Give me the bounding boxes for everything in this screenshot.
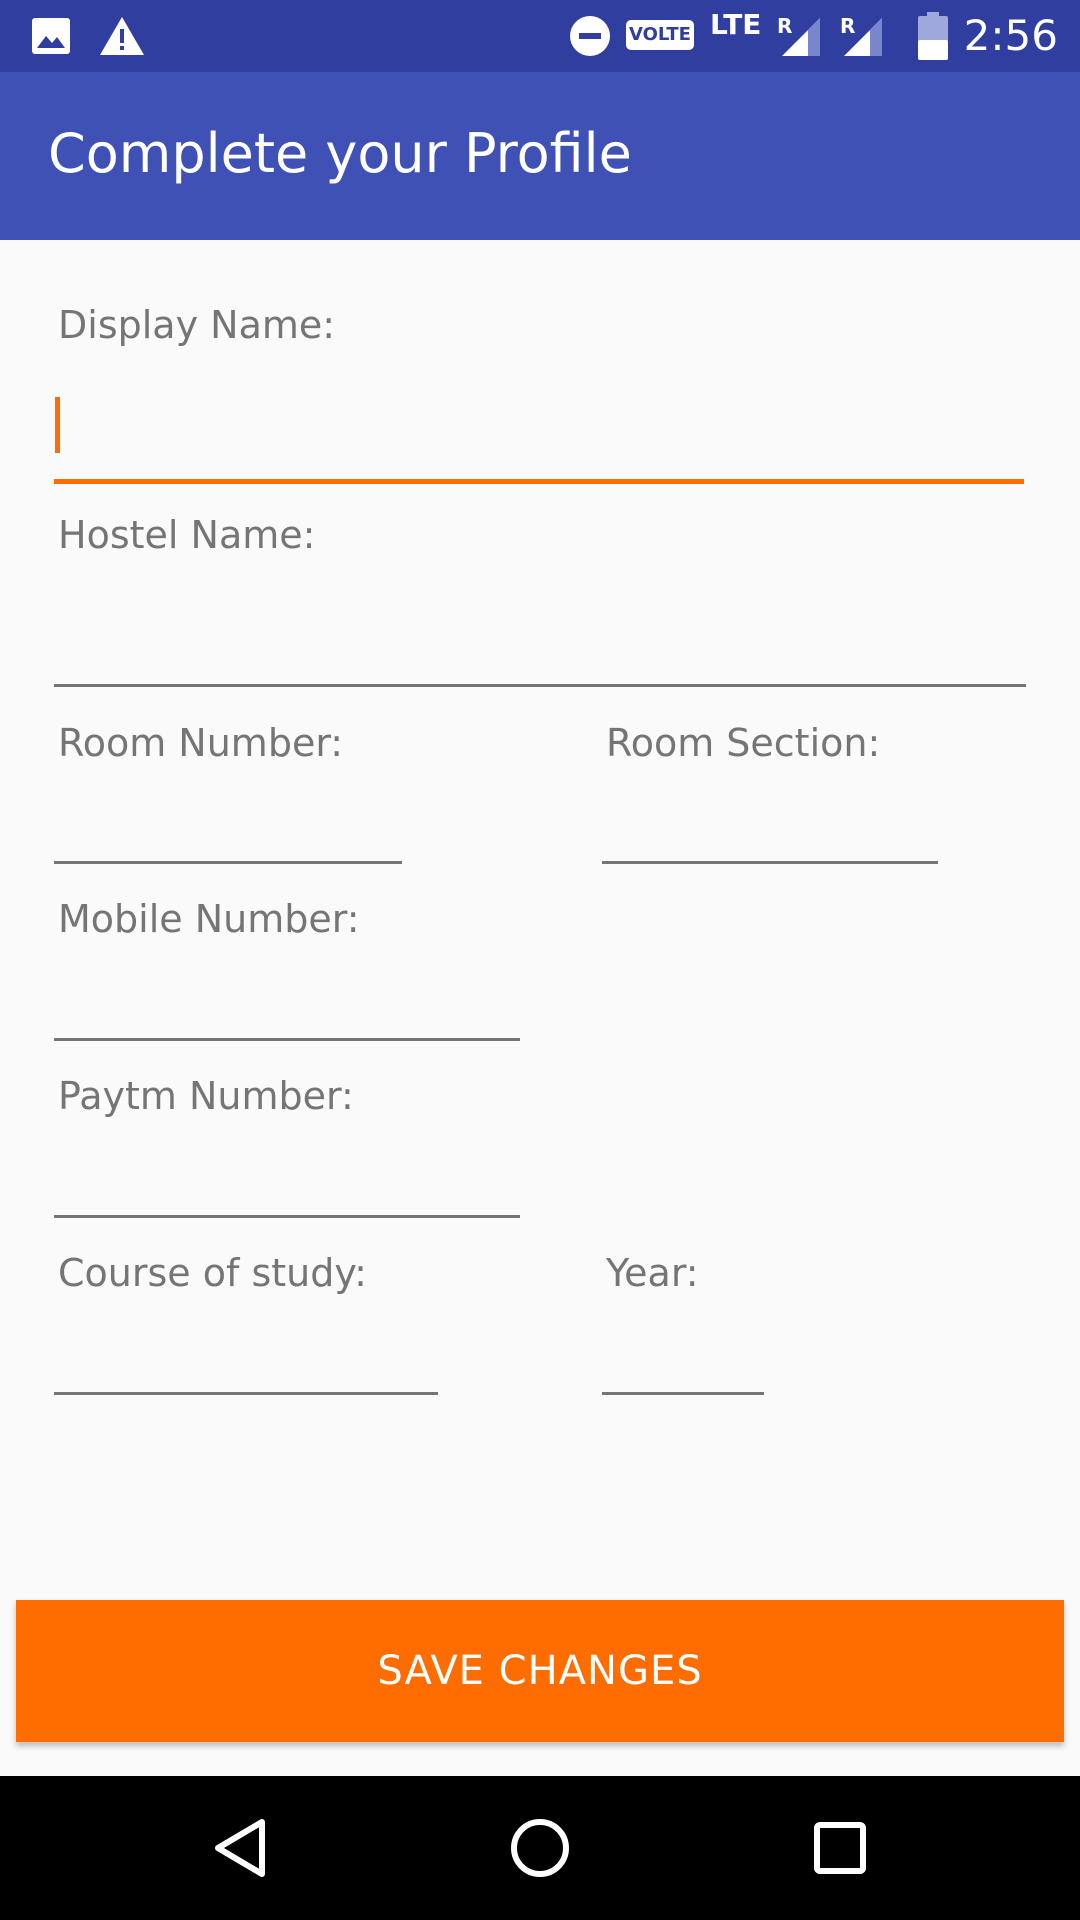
back-icon[interactable] xyxy=(168,1776,312,1920)
image-icon xyxy=(30,0,72,72)
year-input[interactable] xyxy=(602,1335,764,1395)
room-section-label: Room Section: xyxy=(606,721,881,765)
hostel-name-label: Hostel Name: xyxy=(58,513,316,557)
hostel-name-input[interactable] xyxy=(54,627,1026,687)
do-not-disturb-icon xyxy=(568,0,612,72)
room-number-input[interactable] xyxy=(54,804,402,864)
display-name-input[interactable] xyxy=(54,424,1024,484)
mobile-number-input[interactable] xyxy=(54,981,520,1041)
paytm-number-label: Paytm Number: xyxy=(58,1074,354,1118)
status-bar: VOLTE LTE R R 2:56 xyxy=(0,0,1080,72)
room-section-input[interactable] xyxy=(602,804,938,864)
save-changes-button[interactable]: SAVE CHANGES xyxy=(16,1600,1064,1742)
app-bar: Complete your Profile xyxy=(0,72,1080,240)
navigation-bar xyxy=(0,1776,1080,1920)
course-of-study-label: Course of study: xyxy=(58,1251,367,1295)
home-icon[interactable] xyxy=(468,1776,612,1920)
warning-icon xyxy=(98,0,146,72)
paytm-number-input[interactable] xyxy=(54,1158,520,1218)
battery-icon xyxy=(918,0,948,72)
clock: 2:56 xyxy=(963,11,1058,60)
course-of-study-input[interactable] xyxy=(54,1335,438,1395)
signal-icon xyxy=(778,0,822,72)
volte-badge: VOLTE xyxy=(626,20,694,50)
text-cursor xyxy=(55,397,60,453)
recents-icon[interactable] xyxy=(768,1776,912,1920)
page-title: Complete your Profile xyxy=(48,122,632,185)
network-type: LTE xyxy=(710,8,762,41)
signal-icon-2 xyxy=(840,0,884,72)
display-name-label: Display Name: xyxy=(58,303,336,347)
mobile-number-label: Mobile Number: xyxy=(58,897,360,941)
room-number-label: Room Number: xyxy=(58,721,344,765)
year-label: Year: xyxy=(606,1251,699,1295)
